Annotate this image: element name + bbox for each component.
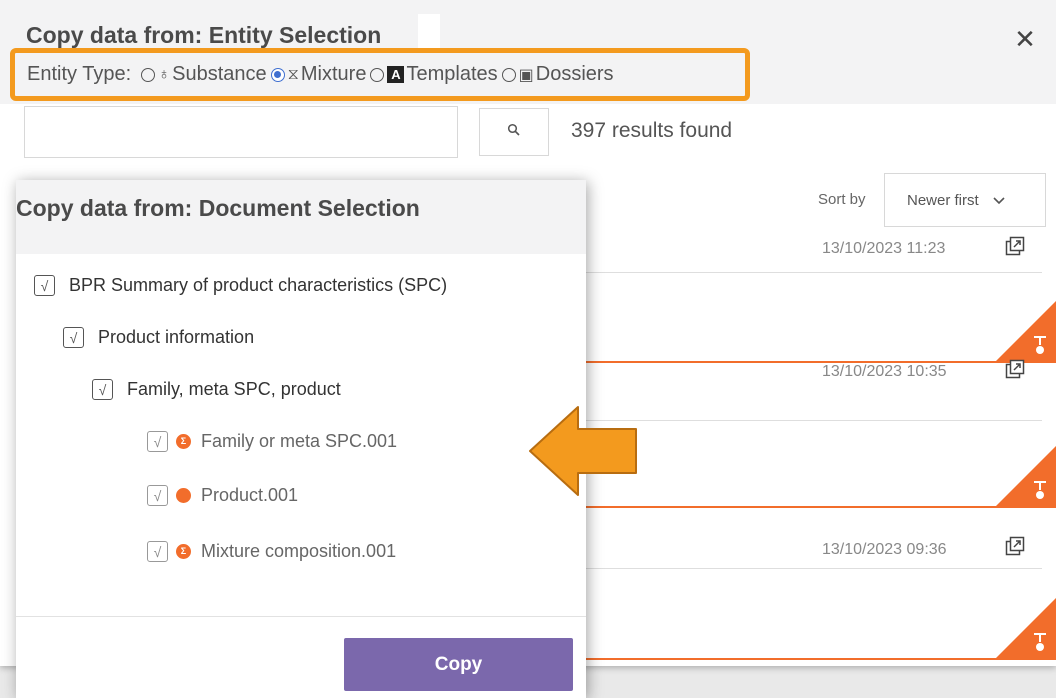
tree-item-family-or-meta-spc[interactable]: √ Σ Family or meta SPC.001	[147, 431, 397, 452]
footer-divider	[16, 616, 586, 617]
open-external-icon[interactable]	[1005, 536, 1025, 561]
title-tab	[418, 14, 440, 50]
dossier-icon: ▣	[518, 66, 534, 84]
tree-item-label: Product information	[98, 327, 255, 347]
search-button[interactable]	[479, 108, 549, 156]
tree-item-label: Product.001	[201, 485, 299, 505]
search-icon	[507, 123, 521, 141]
flask-icon: ♁	[158, 65, 171, 83]
entity-selection-title: Copy data from: Entity Selection	[26, 22, 382, 48]
checkbox-checked-icon[interactable]: √	[63, 327, 84, 348]
copy-button[interactable]: Copy	[344, 638, 573, 691]
open-external-icon[interactable]	[1005, 359, 1025, 384]
entity-type-selector: Entity Type: ♁ Substance ⧖ Mixture A Tem…	[10, 48, 750, 101]
sigma-icon: Σ	[176, 544, 191, 559]
tree-item-mixture-composition[interactable]: √ Σ Mixture composition.001	[147, 541, 396, 562]
sort-value: Newer first	[907, 191, 979, 209]
callout-arrow-icon	[528, 405, 640, 497]
checkbox-checked-icon[interactable]: √	[92, 379, 113, 400]
row-date: 13/10/2023 10:35	[822, 363, 947, 380]
selected-row-underline	[580, 658, 1056, 660]
sort-label: Sort by	[818, 191, 866, 208]
radio-mixture[interactable]	[270, 67, 285, 82]
dot-icon	[176, 488, 191, 503]
row-divider	[580, 568, 1042, 569]
tree-item-spc[interactable]: √ BPR Summary of product characteristics…	[34, 275, 447, 296]
mixture-icon: ⧖	[287, 65, 299, 83]
radio-dossiers[interactable]	[501, 67, 516, 82]
tree-item-family-meta-spc[interactable]: √ Family, meta SPC, product	[92, 379, 341, 400]
row-divider	[580, 420, 1042, 421]
results-count: 397 results found	[571, 119, 733, 142]
search-input[interactable]	[24, 106, 458, 158]
checkbox-checked-icon[interactable]: √	[147, 485, 168, 506]
entity-type-label: Entity Type:	[27, 63, 132, 85]
tree-item-label: Family or meta SPC.001	[201, 431, 398, 451]
row-date: 13/10/2023 09:36	[822, 541, 947, 558]
row-divider	[580, 272, 1042, 273]
sort-select[interactable]: Newer first	[884, 173, 1046, 227]
tree-item-label: Family, meta SPC, product	[127, 379, 341, 399]
tree-item-label: Mixture composition.001	[201, 541, 397, 561]
sigma-icon: Σ	[176, 434, 191, 449]
mixture-badge-icon	[996, 598, 1056, 658]
option-substance-label[interactable]: Substance	[172, 63, 267, 86]
option-dossiers-label[interactable]: Dossiers	[536, 63, 614, 86]
radio-templates[interactable]	[370, 67, 385, 82]
document-selection-title: Copy data from: Document Selection	[16, 195, 420, 221]
chevron-down-icon	[993, 192, 1005, 208]
document-selection-dialog: Copy data from: Document Selection √ BPR…	[16, 180, 586, 698]
template-icon: A	[387, 66, 405, 83]
mixture-badge-icon	[996, 446, 1056, 506]
tree-item-label: BPR Summary of product characteristics (…	[69, 275, 448, 295]
row-date: 13/10/2023 11:23	[822, 240, 946, 257]
open-external-icon[interactable]	[1005, 236, 1025, 261]
mixture-badge-icon	[996, 301, 1056, 361]
selected-row-underline	[580, 506, 1056, 508]
radio-substance[interactable]	[141, 67, 156, 82]
checkbox-checked-icon[interactable]: √	[147, 431, 168, 452]
selected-row-underline	[580, 361, 1056, 363]
option-mixture-label[interactable]: Mixture	[301, 63, 367, 86]
tree-item-product-information[interactable]: √ Product information	[63, 327, 254, 348]
option-templates-label[interactable]: Templates	[406, 63, 497, 86]
close-button[interactable]: ✕	[1010, 24, 1040, 54]
tree-item-product[interactable]: √ Product.001	[147, 485, 298, 506]
checkbox-checked-icon[interactable]: √	[34, 275, 55, 296]
checkbox-checked-icon[interactable]: √	[147, 541, 168, 562]
